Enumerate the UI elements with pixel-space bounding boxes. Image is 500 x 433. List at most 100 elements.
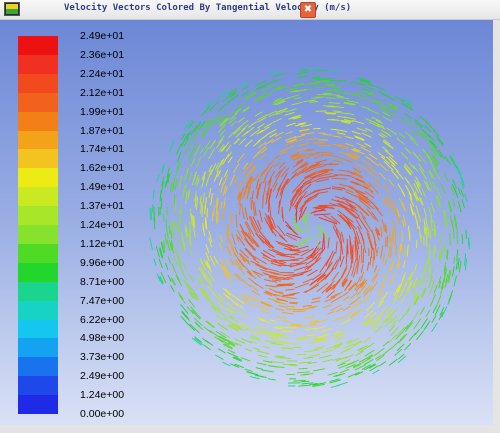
velocity-vector [331,105,345,109]
velocity-vector [359,271,365,282]
velocity-vector [321,328,332,333]
velocity-vector [184,146,190,156]
velocity-vector [178,237,181,246]
velocity-vector [257,134,268,143]
velocity-vector [354,162,366,170]
velocity-vector [455,261,458,271]
velocity-vector [229,316,239,323]
velocity-vector [315,69,329,72]
velocity-vector [189,274,194,282]
velocity-vector [230,120,237,127]
velocity-vector [398,132,406,139]
velocity-vector [258,325,269,330]
velocity-vector [422,148,431,159]
velocity-vector [381,219,386,232]
close-button[interactable]: ✖ [300,2,316,18]
velocity-vector [399,117,408,125]
velocity-vector [365,301,376,312]
velocity-vector [400,292,408,304]
velocity-vector [461,198,465,209]
velocity-vector [244,293,256,301]
velocity-vector [206,275,212,283]
velocity-vector [241,166,249,176]
velocity-vector [248,277,257,285]
velocity-vector [272,118,282,124]
velocity-vector [369,199,379,210]
velocity-vector [269,336,279,340]
velocity-vector [241,89,251,97]
velocity-vector [392,218,396,229]
velocity-vector [276,355,285,358]
velocity-vector [342,291,350,297]
velocity-vector [194,338,204,346]
velocity-vector [238,137,247,145]
velocity-vector [217,103,227,112]
velocity-vector [309,101,319,103]
velocity-vector [347,371,360,378]
velocity-vector [262,256,274,263]
velocity-vector [251,290,260,296]
velocity-vector [273,72,285,78]
velocity-vector [405,167,412,176]
velocity-vector [341,231,345,243]
velocity-vector [226,245,232,257]
velocity-vector [375,354,382,360]
horizontal-scrollbar[interactable] [0,425,493,433]
velocity-vector [278,305,288,308]
velocity-vector [249,284,259,292]
velocity-vector [199,257,205,268]
velocity-vector [246,160,254,170]
velocity-vector [424,277,428,285]
velocity-vector [248,165,256,174]
velocity-vector [171,263,177,274]
velocity-vector [344,135,353,140]
velocity-vector [397,355,407,364]
velocity-vector [429,294,436,307]
velocity-vector [282,312,294,315]
velocity-vector [303,373,314,376]
velocity-vector [404,177,410,184]
velocity-vector [335,307,344,313]
velocity-vector [360,264,364,273]
velocity-vector [397,183,405,195]
velocity-vector [274,131,284,137]
velocity-vector [239,119,249,129]
velocity-vector [360,146,372,153]
velocity-vector [295,138,305,142]
vertical-scrollbar[interactable] [493,20,500,433]
velocity-vector [401,230,403,242]
velocity-vector [275,185,282,199]
velocity-vector [192,143,198,151]
velocity-vector [423,207,427,217]
velocity-vector [429,282,435,295]
graphics-viewport[interactable]: 2.49e+01 2.36e+01 2.24e+01 2.12e+01 1.99e+01… [0,20,493,425]
velocity-vector [431,322,438,333]
velocity-vector [251,190,254,200]
velocity-vector [205,140,211,149]
velocity-vector [378,162,388,172]
velocity-vector [413,183,420,194]
velocity-vector [413,192,418,202]
velocity-vector [273,154,281,160]
velocity-vector [382,116,392,122]
velocity-vector [290,257,304,261]
velocity-vector [199,146,205,154]
velocity-vector [218,263,224,271]
velocity-vector [234,138,240,145]
velocity-vector [257,331,265,336]
velocity-vector [185,321,196,332]
velocity-vector [382,252,386,262]
velocity-vector [208,148,215,160]
velocity-vector [378,87,387,91]
velocity-vector [202,222,205,231]
velocity-vector [181,271,188,281]
velocity-vector [246,371,258,375]
velocity-vector [228,94,239,102]
velocity-vector [301,124,312,127]
velocity-vector [333,316,342,322]
velocity-vector [268,164,274,173]
velocity-vector [435,135,444,145]
velocity-vector [425,217,428,227]
velocity-vector [318,354,332,359]
velocity-vector [456,249,459,262]
